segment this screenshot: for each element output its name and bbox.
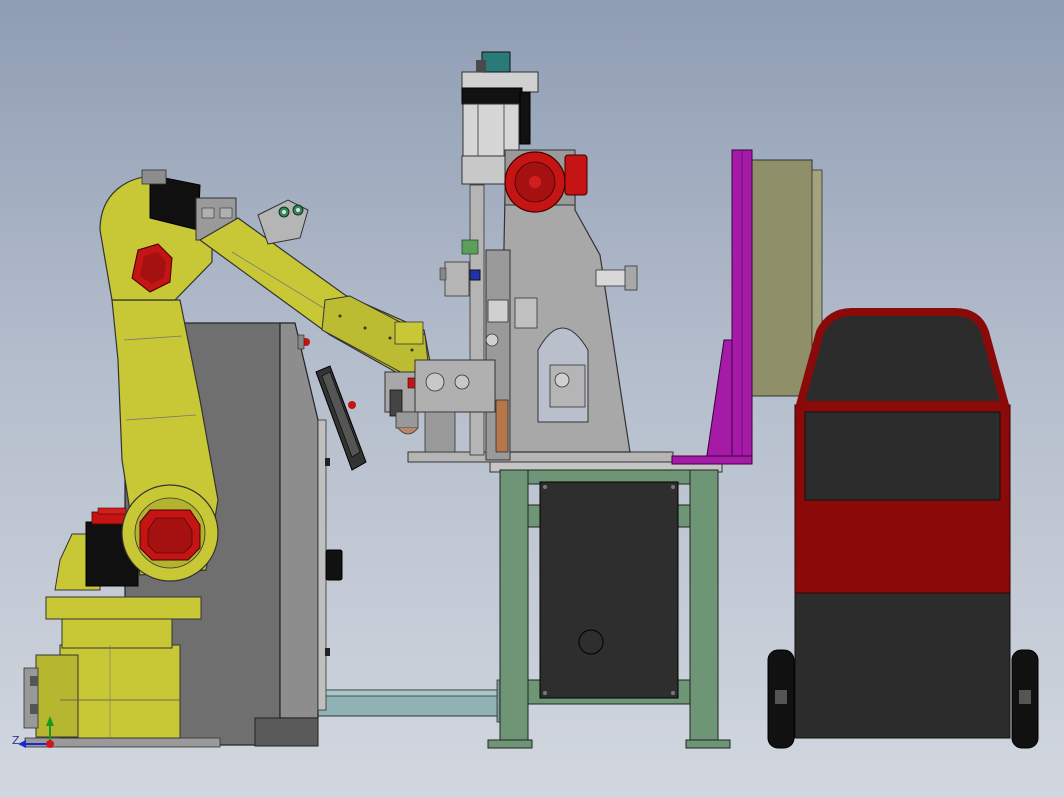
work-table	[487, 461, 731, 749]
cad-assembly-view	[18, 51, 1039, 749]
welding-fixture-station	[407, 51, 674, 463]
sensor-block	[257, 199, 309, 245]
axis-triad-label: Z	[12, 734, 20, 747]
mobile-cart	[767, 308, 1039, 749]
